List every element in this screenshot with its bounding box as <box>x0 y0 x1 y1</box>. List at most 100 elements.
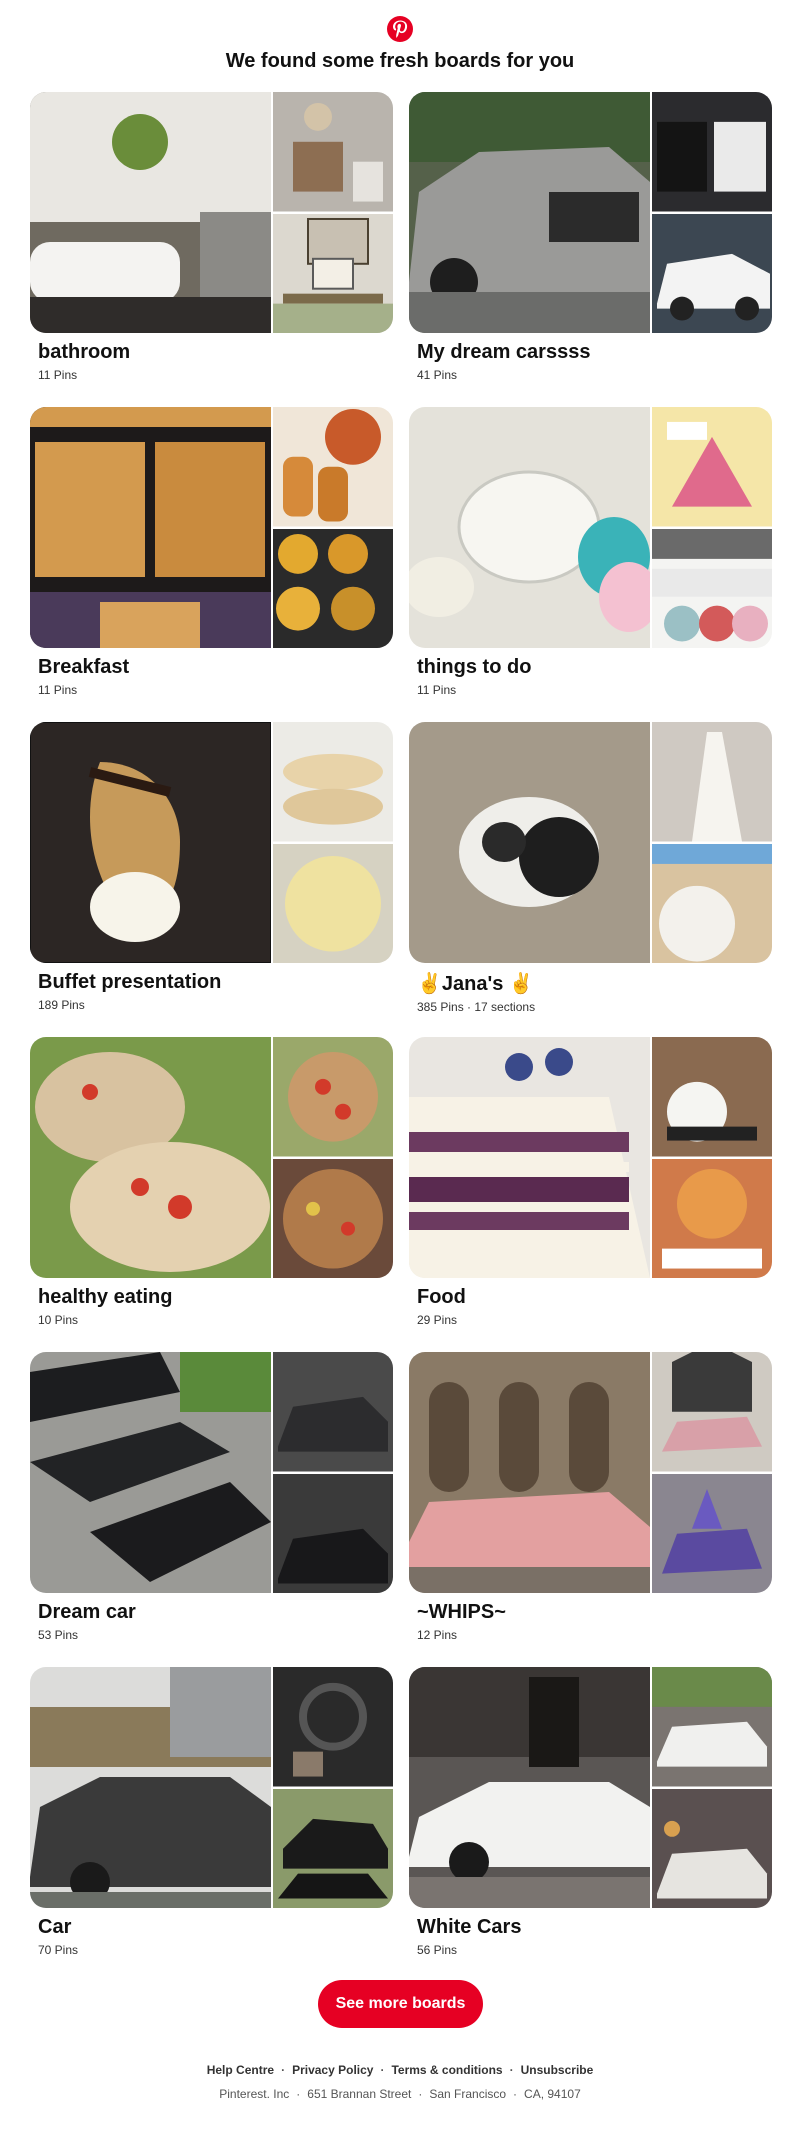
board-collage[interactable] <box>409 407 772 648</box>
board-collage[interactable] <box>30 407 393 648</box>
separator-dot: · <box>281 2063 286 2077</box>
board-thumb-image <box>273 1037 393 1157</box>
page-headline: We found some fresh boards for you <box>225 50 575 72</box>
board-card[interactable]: ~WHIPS~ 12 Pins <box>409 1352 772 1667</box>
board-cover-image <box>30 722 271 963</box>
separator-dot: · <box>296 2087 301 2101</box>
board-thumb-image <box>652 92 772 212</box>
separator-dot: · <box>509 2063 514 2077</box>
board-cover-image <box>409 407 650 648</box>
board-card[interactable]: bathroom 11 Pins <box>30 92 393 407</box>
board-title[interactable]: Car <box>38 1916 393 1939</box>
board-thumb-image <box>273 1158 393 1278</box>
board-cover-image <box>409 1037 650 1278</box>
separator-dot: · <box>418 2087 423 2101</box>
board-thumb-image <box>652 1158 772 1278</box>
board-thumb-image <box>273 92 393 212</box>
board-thumb-image <box>652 1788 772 1908</box>
board-pin-count: 12 Pins <box>417 1628 458 1642</box>
board-thumb-image <box>273 1473 393 1593</box>
board-thumb-image <box>273 1352 393 1472</box>
board-thumb-image <box>652 1037 772 1157</box>
board-pin-count: 11 Pins <box>38 683 78 697</box>
board-cover-image <box>30 1037 271 1278</box>
board-title[interactable]: Dream car <box>38 1601 393 1624</box>
board-collage[interactable] <box>30 1352 393 1593</box>
board-title[interactable]: things to do <box>417 656 772 679</box>
board-card[interactable]: ✌️Jana's ✌️ 385 Pins · 17 sections <box>409 722 772 1037</box>
board-collage[interactable] <box>30 1667 393 1908</box>
board-pin-count: 11 Pins <box>417 683 457 697</box>
board-title[interactable]: Breakfast <box>38 656 393 679</box>
board-cover-image <box>409 1667 650 1908</box>
board-title[interactable]: bathroom <box>38 341 393 364</box>
board-card[interactable]: Dream car 53 Pins <box>30 1352 393 1667</box>
board-thumb-image <box>273 1667 393 1787</box>
board-collage[interactable] <box>409 1037 772 1278</box>
board-pin-count: 189 Pins <box>38 998 85 1012</box>
board-thumb-image <box>652 1667 772 1787</box>
board-cover-image <box>30 92 271 333</box>
board-collage[interactable] <box>30 1037 393 1278</box>
board-card[interactable]: Buffet presentation 189 Pins <box>30 722 393 1037</box>
board-thumb-image <box>273 528 393 648</box>
board-cover-image <box>409 1352 650 1593</box>
board-collage[interactable] <box>409 722 772 963</box>
board-title[interactable]: White Cars <box>417 1916 772 1939</box>
board-pin-count: 53 Pins <box>38 1628 79 1642</box>
city: San Francisco <box>429 2087 507 2101</box>
pinterest-logo-icon[interactable] <box>387 16 413 42</box>
board-thumb-image <box>652 722 772 842</box>
board-pin-count: 41 Pins <box>417 368 458 382</box>
board-cover-image <box>30 1352 271 1593</box>
footer-link-privacy-policy[interactable]: Privacy Policy <box>292 2063 373 2077</box>
board-cover-image <box>30 1667 271 1908</box>
board-card[interactable]: Car 70 Pins <box>30 1667 393 1982</box>
board-thumb-image <box>652 1473 772 1593</box>
footer-links: Help Centre · Privacy Policy · Terms & condi… <box>0 2063 800 2077</box>
board-card[interactable]: Breakfast 11 Pins <box>30 407 393 722</box>
board-pin-count: 10 Pins <box>38 1313 79 1327</box>
board-pin-count: 385 Pins · 17 sections <box>417 1000 536 1014</box>
board-thumb-image <box>273 843 393 963</box>
board-card[interactable]: Food 29 Pins <box>409 1037 772 1352</box>
separator-dot: · <box>513 2087 518 2101</box>
board-thumb-image <box>273 213 393 333</box>
board-collage[interactable] <box>409 92 772 333</box>
footer-link-terms[interactable]: Terms & conditions <box>391 2063 502 2077</box>
board-thumb-image <box>652 407 772 527</box>
street-address: 651 Brannan Street <box>307 2087 412 2101</box>
board-pin-count: 56 Pins <box>417 1943 458 1957</box>
boards-grid: bathroom 11 Pins My dream carssss 41 Pin… <box>30 92 772 1982</box>
board-thumb-image <box>652 528 772 648</box>
board-card[interactable]: things to do 11 Pins <box>409 407 772 722</box>
board-collage[interactable] <box>409 1352 772 1593</box>
board-thumb-image <box>273 407 393 527</box>
footer-link-help-centre[interactable]: Help Centre <box>207 2063 274 2077</box>
board-title[interactable]: ~WHIPS~ <box>417 1601 772 1624</box>
company-name: Pinterest. Inc <box>219 2087 290 2101</box>
board-title[interactable]: ✌️Jana's ✌️ <box>417 971 772 996</box>
board-cover-image <box>409 722 650 963</box>
see-more-boards-button[interactable]: See more boards <box>318 1980 483 2028</box>
board-collage[interactable] <box>30 722 393 963</box>
board-thumb-image <box>652 213 772 333</box>
board-cover-image <box>409 92 650 333</box>
board-title[interactable]: My dream carssss <box>417 341 772 364</box>
separator-dot: · <box>380 2063 385 2077</box>
board-title[interactable]: Buffet presentation <box>38 971 393 994</box>
board-thumb-image <box>273 1788 393 1908</box>
board-card[interactable]: healthy eating 10 Pins <box>30 1037 393 1352</box>
footer-link-unsubscribe[interactable]: Unsubscribe <box>521 2063 594 2077</box>
board-thumb-image <box>273 722 393 842</box>
state-zip: CA, 94107 <box>524 2087 581 2101</box>
board-card[interactable]: White Cars 56 Pins <box>409 1667 772 1982</box>
board-thumb-image <box>652 1352 772 1472</box>
board-collage[interactable] <box>30 92 393 333</box>
board-title[interactable]: Food <box>417 1286 772 1309</box>
board-pin-count: 70 Pins <box>38 1943 79 1957</box>
board-collage[interactable] <box>409 1667 772 1908</box>
board-title[interactable]: healthy eating <box>38 1286 393 1309</box>
board-card[interactable]: My dream carssss 41 Pins <box>409 92 772 407</box>
board-thumb-image <box>652 843 772 963</box>
